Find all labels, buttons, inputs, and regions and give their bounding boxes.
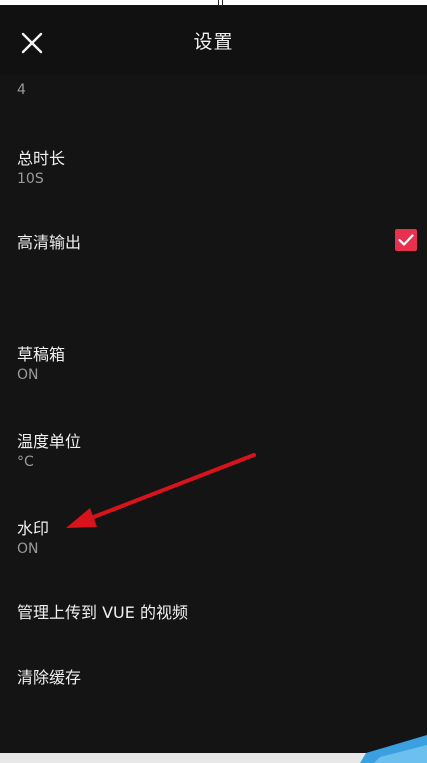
settings-item-title: 清除缓存 [17,668,82,687]
corner-accent-icon [360,735,427,763]
settings-screen: 设置 4 总时长 10S 高清输出 草稿箱 ON 温度单位 °C 水印 ON 管… [0,5,427,753]
settings-item-title: 草稿箱 [17,345,66,364]
settings-item-hd-output[interactable]: 高清输出 [0,223,427,259]
phone-frame: 设置 4 总时长 10S 高清输出 草稿箱 ON 温度单位 °C 水印 ON 管… [0,0,427,763]
page-title: 设置 [193,31,234,53]
settings-item-temperature-unit[interactable]: 温度单位 °C [0,420,427,476]
settings-item-value: ON [17,541,39,557]
settings-item-manage-vue-videos[interactable]: 管理上传到 VUE 的视频 [0,593,427,629]
settings-item-value: 4 [17,82,26,98]
settings-item-title: 管理上传到 VUE 的视频 [17,603,188,622]
top-notch [218,0,223,6]
settings-item-value: ON [17,367,39,383]
settings-item-drafts[interactable]: 草稿箱 ON [0,333,427,389]
settings-item-title: 总时长 [17,149,66,168]
settings-item-watermark[interactable]: 水印 ON [0,507,427,563]
settings-item-title: 温度单位 [17,432,82,451]
top-bar: 设置 [0,5,427,75]
settings-item-clear-cache[interactable]: 清除缓存 [0,658,427,694]
settings-item-count[interactable]: 4 [0,79,427,105]
settings-item-value: 10S [17,171,44,187]
checkmark-icon [398,234,414,246]
settings-item-duration[interactable]: 总时长 10S [0,137,427,193]
settings-item-value: °C [17,454,34,470]
settings-item-title: 水印 [17,519,50,538]
settings-item-title: 高清输出 [17,233,82,252]
hd-output-checkbox[interactable] [395,229,417,251]
